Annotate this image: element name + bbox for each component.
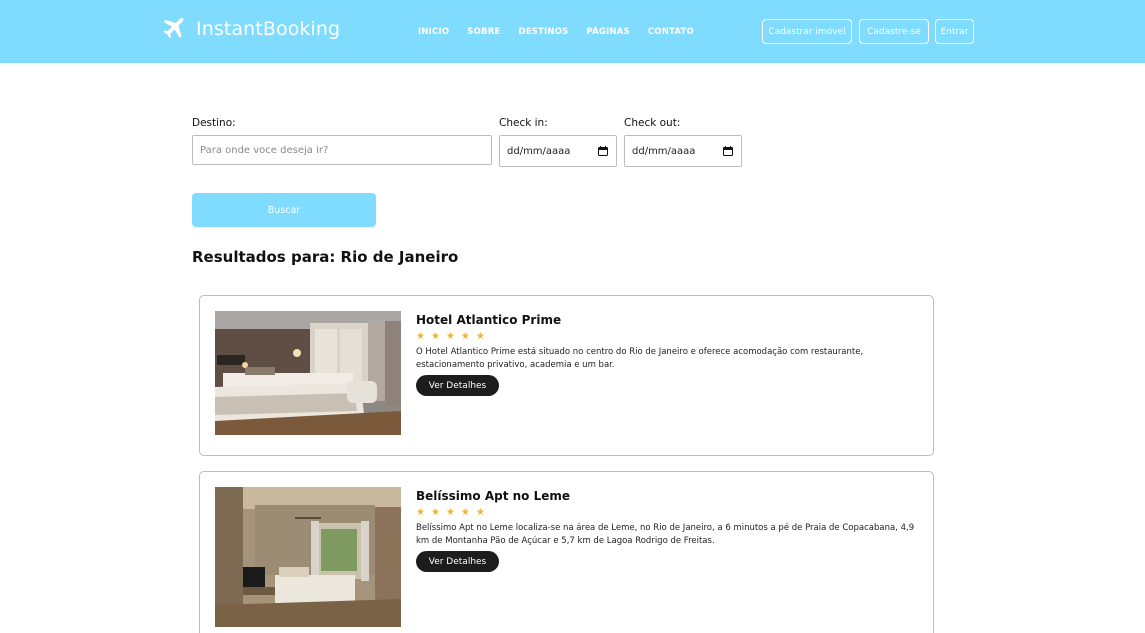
nav-sobre[interactable]: SOBRE: [467, 27, 500, 37]
checkout-date-input[interactable]: dd/mm/aaaa: [624, 135, 742, 167]
nav-paginas[interactable]: PÁGINAS: [586, 27, 629, 37]
hotel-description: O Hotel Atlantico Prime está situado no …: [416, 347, 864, 370]
star-icon: ★: [430, 507, 440, 518]
result-card: Belíssimo Apt no Leme ★ ★ ★ ★ ★ Belíssim…: [199, 471, 934, 633]
star-icon: ★: [460, 331, 470, 342]
checkout-label: Check out:: [624, 117, 681, 129]
ver-detalhes-button[interactable]: Ver Detalhes: [416, 375, 499, 396]
calendar-icon[interactable]: [723, 146, 733, 156]
star-rating: ★ ★ ★ ★ ★: [416, 508, 485, 518]
star-icon: ★: [445, 507, 455, 518]
result-card: Hotel Atlantico Prime ★ ★ ★ ★ ★ O Hotel …: [199, 295, 934, 456]
destino-input[interactable]: Para onde voce deseja ir?: [192, 135, 492, 165]
buscar-button[interactable]: Buscar: [192, 193, 376, 227]
nav-contato[interactable]: CONTATO: [648, 27, 694, 37]
airplane-icon: [163, 18, 184, 39]
brand-logo[interactable]: InstantBooking: [160, 16, 340, 42]
star-icon: ★: [475, 507, 485, 518]
cadastre-se-button[interactable]: Cadastre-se: [859, 19, 929, 44]
star-icon: ★: [460, 507, 470, 518]
star-icon: ★: [430, 331, 440, 342]
ver-detalhes-button[interactable]: Ver Detalhes: [416, 551, 499, 572]
nav-inicio[interactable]: INICIO: [418, 27, 449, 37]
checkout-date-value: dd/mm/aaaa: [632, 145, 696, 157]
checkin-date-input[interactable]: dd/mm/aaaa: [499, 135, 617, 167]
nav-destinos[interactable]: DESTINOS: [518, 27, 568, 37]
calendar-icon[interactable]: [598, 146, 608, 156]
checkin-date-value: dd/mm/aaaa: [507, 145, 571, 157]
cadastrar-imovel-button[interactable]: Cadastrar imóvel: [762, 19, 852, 44]
star-rating: ★ ★ ★ ★ ★: [416, 332, 485, 342]
hotel-photo[interactable]: [215, 487, 401, 627]
checkin-label: Check in:: [499, 117, 548, 129]
hotel-description: Belíssimo Apt no Leme localiza-se na áre…: [416, 523, 915, 546]
entrar-button[interactable]: Entrar: [935, 19, 974, 44]
star-icon: ★: [416, 331, 425, 342]
destino-label: Destino:: [192, 117, 236, 129]
star-icon: ★: [416, 507, 425, 518]
hotel-photo[interactable]: [215, 311, 401, 435]
top-navbar: InstantBooking INICIO SOBRE DESTINOS PÁG…: [0, 0, 1145, 63]
hotel-title[interactable]: Hotel Atlantico Prime: [416, 313, 561, 327]
results-heading: Resultados para: Rio de Janeiro: [192, 248, 459, 266]
hotel-title[interactable]: Belíssimo Apt no Leme: [416, 489, 570, 503]
main-nav: INICIO SOBRE DESTINOS PÁGINAS CONTATO: [418, 27, 694, 37]
star-icon: ★: [445, 331, 455, 342]
star-icon: ★: [475, 331, 485, 342]
brand-name: InstantBooking: [196, 18, 341, 40]
